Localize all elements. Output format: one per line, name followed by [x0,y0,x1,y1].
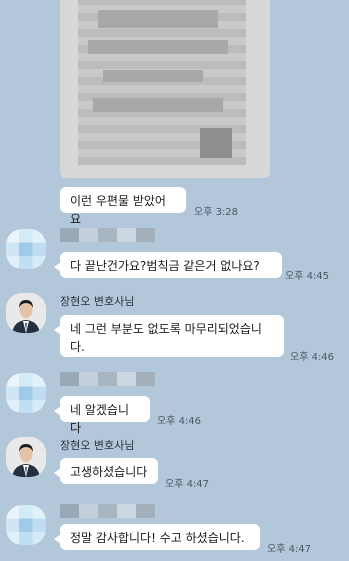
blurred-avatar[interactable] [6,505,46,545]
blurred-sender-name [60,372,155,386]
message-bubble[interactable]: 정말 감사합니다! 수고 하셨습니다. [54,524,260,550]
message-bubble[interactable]: 다 끝난건가요?범칙금 같은거 없나요? [54,252,282,278]
message-bubble[interactable]: 이런 우편물 받았어요 [60,187,186,226]
message-bubble[interactable]: 네 그런 부분도 없도록 마무리되었습니 다. [54,315,284,357]
lawyer-avatar-photo-icon [6,293,46,333]
message-time: 오후 4:46 [290,352,335,363]
message-time: 오후 4:46 [157,416,202,427]
message-text: 네 그런 부분도 없도록 마무리되었습니 다. [70,322,262,354]
message-text: 정말 감사합니다! 수고 하셨습니다. [70,531,245,545]
message-text: 이런 우편물 받았어요 [70,194,166,226]
message-text: 네 알겠습니다 [70,403,130,435]
blurred-sender-name [60,504,155,518]
message-time: 오후 4:45 [285,271,330,282]
message-time: 오후 3:28 [194,207,239,218]
lawyer-avatar-photo-icon [6,437,46,477]
sender-name: 장현오 변호사님 [60,439,135,452]
blurred-stamp [200,128,232,158]
message-time: 오후 4:47 [165,479,210,490]
message-bubble[interactable]: 고생하셨습니다 [54,458,158,484]
message-text: 고생하셨습니다 [70,465,148,479]
message-bubble[interactable]: 네 알겠습니다 [54,396,150,435]
lawyer-avatar[interactable] [6,293,46,333]
message-text: 다 끝난건가요?범칙금 같은거 없나요? [70,259,260,273]
blurred-sender-name [60,228,155,242]
blurred-avatar[interactable] [6,373,46,413]
lawyer-avatar[interactable] [6,437,46,477]
message-time: 오후 4:47 [267,544,312,555]
blurred-avatar[interactable] [6,229,46,269]
photo-message[interactable] [60,0,270,178]
sender-name: 장현오 변호사님 [60,295,135,308]
